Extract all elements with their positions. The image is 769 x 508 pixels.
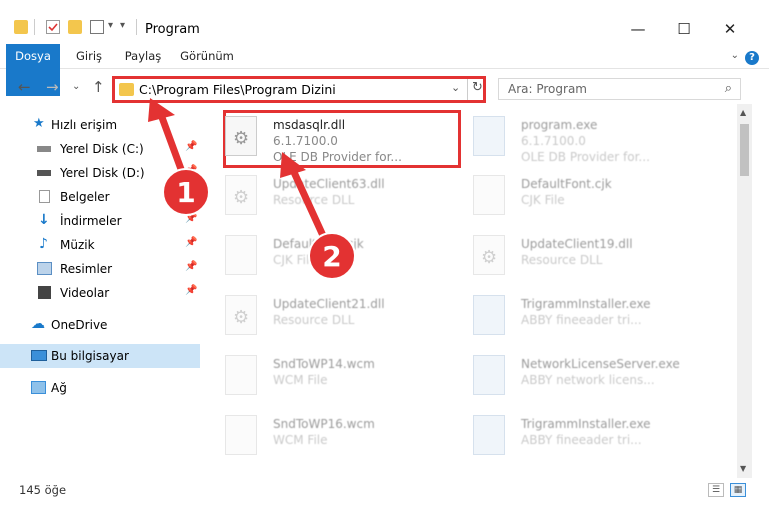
item-count: 145 öğe (19, 483, 67, 497)
status-bar: 145 öğe ☰ ▦ (0, 478, 769, 508)
arrow-1-head (148, 98, 175, 122)
explorer-window: ▾ ▾ Program — ☐ ✕ Dosya Giriş Paylaş Gör… (0, 0, 769, 508)
annotation-arrows (148, 98, 329, 244)
large-icons-view-button[interactable]: ▦ (730, 483, 746, 497)
annotation-badge-1: 1 (162, 168, 210, 216)
annotation-badge-2: 2 (308, 232, 356, 280)
arrow-2-shaft (289, 166, 329, 244)
details-view-button[interactable]: ☰ (708, 483, 724, 497)
